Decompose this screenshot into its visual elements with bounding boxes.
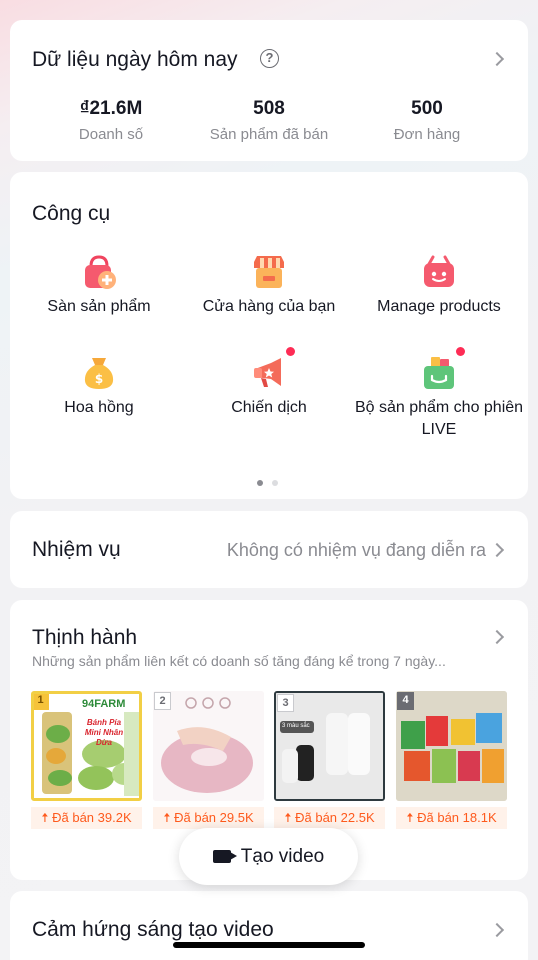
video-camera-icon xyxy=(212,850,237,863)
arrow-up-icon: 🠅 xyxy=(41,810,53,825)
help-icon[interactable]: ? xyxy=(260,49,279,68)
product-card[interactable]: 2 xyxy=(153,691,264,801)
sold-count: 🠅 Đã bán 29.5K xyxy=(153,807,264,829)
megaphone-icon xyxy=(251,347,295,391)
sold-text: Đã bán 29.5K xyxy=(174,810,254,825)
tool-your-store[interactable]: Cửa hàng của bạn xyxy=(179,254,359,318)
tool-product-marketplace[interactable]: Sàn sản phẩm xyxy=(9,254,189,318)
arrow-up-icon: 🠅 xyxy=(406,810,418,825)
sold-text: Đã bán 39.2K xyxy=(52,810,132,825)
chevron-right-icon[interactable] xyxy=(489,629,505,645)
shopping-bag-plus-icon xyxy=(81,254,117,290)
sold-text: Đã bán 18.1K xyxy=(417,810,497,825)
stat-label: Đơn hàng xyxy=(393,126,461,143)
tool-label: Chiến dịch xyxy=(231,399,307,416)
stat-value: 500 xyxy=(411,98,443,119)
sold-count: 🠅 Đã bán 18.1K xyxy=(396,807,507,829)
product-brand: 94FARM xyxy=(82,698,126,710)
stat-orders: 500 Đơn hàng xyxy=(352,98,502,143)
sold-count: 🠅 Đã bán 39.2K xyxy=(31,807,142,829)
tool-label: Cửa hàng của bạn xyxy=(202,298,336,315)
notification-dot xyxy=(456,347,465,356)
today-data-card[interactable]: Dữ liệu ngày hôm nay ? ₫21.6M Doanh số 5… xyxy=(10,20,528,161)
chevron-right-icon[interactable] xyxy=(489,922,505,938)
product-box-icon xyxy=(421,347,465,391)
today-data-title: Dữ liệu ngày hôm nay xyxy=(32,48,238,71)
notification-dot xyxy=(286,347,295,356)
product-card[interactable]: 3 màu sắc 3 xyxy=(274,691,385,801)
tool-live-product-set[interactable]: Bộ sản phẩm cho phiên LIVE xyxy=(349,347,529,441)
product-card[interactable]: 4 xyxy=(396,691,507,801)
rank-badge: 1 xyxy=(34,694,49,710)
stat-revenue: ₫21.6M Doanh số xyxy=(36,98,186,143)
stat-products-sold: 508 Sản phẩm đã bán xyxy=(194,98,344,143)
product-name: Bánh Pía Mini Nhân Dừa xyxy=(84,718,124,747)
page-dot xyxy=(272,480,278,486)
home-indicator xyxy=(173,942,365,948)
tools-card: Công cụ Sàn sản phẩm Cửa hàng của bạn Ma… xyxy=(10,172,528,499)
tool-manage-products[interactable]: Manage products xyxy=(349,254,529,318)
tool-label: Sàn sản phẩm xyxy=(47,298,151,315)
tasks-status: Không có nhiệm vụ đang diễn ra xyxy=(226,540,486,560)
tool-commission[interactable]: $ Hoa hồng xyxy=(9,355,189,419)
video-inspiration-card[interactable]: Cảm hứng sáng tạo video xyxy=(10,891,528,960)
arrow-up-icon: 🠅 xyxy=(284,810,296,825)
tool-campaigns[interactable]: Chiến dịch xyxy=(179,347,359,419)
tool-label: Hoa hồng xyxy=(64,399,134,416)
stat-label: Sản phẩm đã bán xyxy=(209,126,329,143)
tool-label: Manage products xyxy=(377,298,501,315)
tool-label: Bộ sản phẩm cho phiên LIVE xyxy=(354,399,524,438)
create-video-button[interactable]: Tạo video xyxy=(179,828,358,885)
basket-icon xyxy=(421,254,457,290)
trending-title: Thịnh hành xyxy=(32,626,138,649)
page-indicator xyxy=(257,473,287,486)
tools-title: Công cụ xyxy=(32,202,111,225)
stat-value: ₫21.6M xyxy=(79,98,143,119)
product-tag: 3 màu sắc xyxy=(282,723,310,729)
trending-subtitle: Những sản phẩm liên kết có doanh số tăng… xyxy=(32,653,446,669)
video-inspiration-title: Cảm hứng sáng tạo video xyxy=(32,918,274,941)
rank-badge: 2 xyxy=(154,692,171,710)
rank-badge: 3 xyxy=(277,694,294,712)
sold-text: Đã bán 22.5K xyxy=(295,810,375,825)
storefront-icon xyxy=(251,254,287,290)
chevron-right-icon[interactable] xyxy=(489,542,505,558)
rank-badge: 4 xyxy=(397,692,414,710)
stat-value: 508 xyxy=(253,98,285,119)
svg-text:$: $ xyxy=(95,372,103,386)
arrow-up-icon: 🠅 xyxy=(163,810,175,825)
tasks-card[interactable]: Nhiệm vụ Không có nhiệm vụ đang diễn ra xyxy=(10,511,528,588)
tasks-title: Nhiệm vụ xyxy=(32,538,121,561)
money-bag-icon: $ xyxy=(81,355,117,391)
product-card[interactable]: 94FARM Bánh Pía Mini Nhân Dừa 1 xyxy=(31,691,142,801)
page-dot-active xyxy=(257,480,263,486)
stat-label: Doanh số xyxy=(78,126,144,143)
create-video-label: Tạo video xyxy=(240,846,325,867)
sold-count: 🠅 Đã bán 22.5K xyxy=(274,807,385,829)
chevron-right-icon[interactable] xyxy=(489,51,505,67)
